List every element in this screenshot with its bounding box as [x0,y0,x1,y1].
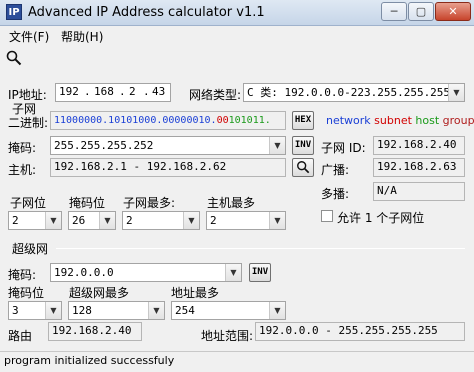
search-range-button[interactable] [292,158,314,177]
chevron-down-icon: ▼ [225,264,241,281]
supernet-mask-label: 掩码: [8,268,37,282]
supernet-mask-value: 192.0.0.0 [54,266,114,279]
chevron-down-icon: ▼ [269,302,285,319]
ip-dot: . [84,85,91,98]
chevron-down-icon: ▼ [45,302,61,319]
supernet-mask-bits-label: 掩码位 [8,286,45,300]
addr-range-label: 地址范围: [201,329,254,343]
max-hosts-label: 主机最多 [207,196,256,210]
max-addr-value: 254 [175,304,195,317]
mask-inv-button[interactable]: INV [292,136,314,155]
legend-host: host [415,114,440,127]
allow-subnet-checkbox[interactable] [321,210,333,222]
ip-dot: . [143,85,150,98]
max-subnets-select[interactable]: 2 ▼ [122,211,200,230]
app-icon: IP [6,4,22,20]
multicast-label: 多播: [321,187,350,201]
max-hosts-value: 2 [210,214,217,227]
max-subnets-label: 子网最多: [123,196,176,210]
subnet-id-field: 192.168.2.40 [373,136,465,155]
ip-octet-3[interactable]: 2 [129,84,136,100]
max-subnets-value: 2 [126,214,133,227]
max-supernet-select[interactable]: 128 ▼ [68,301,165,320]
legend-subnet: subnet [374,114,412,127]
network-type-select[interactable]: C 类: 192.0.0.0-223.255.255.255 ▼ [243,83,465,102]
allow-subnet-label[interactable]: 允许 1 个子网位 [337,209,424,226]
broadcast-field: 192.168.2.63 [373,158,465,177]
network-type-value: C 类: 192.0.0.0-223.255.255.255 [247,86,451,99]
supernet-inv-button[interactable]: INV [249,263,271,282]
legend-group: group [442,114,474,127]
ip-address-input[interactable]: 192 . 168 . 2 . 43 [55,83,171,102]
close-button[interactable]: ✕ [435,2,471,21]
max-supernet-value: 128 [72,304,92,317]
ip-octet-2[interactable]: 168 [94,84,114,100]
status-text: program initialized successfuly [4,354,175,367]
menu-file[interactable]: 文件(F) [9,28,49,45]
subnet-bits-label: 子网位 [10,196,47,210]
window-title: Advanced IP Address calculator v1.1 [28,5,265,20]
hex-button[interactable]: HEX [292,111,314,130]
subnet-bits: 00 [216,115,229,126]
minimize-button[interactable]: ─ [381,2,407,21]
subnet-binary-display: 11000000.10101000.00000010.00101011. [50,111,286,130]
mask-bits-label: 掩码位 [69,196,106,210]
broadcast-label: 广播: [321,163,350,177]
legend-network: network [326,114,371,127]
route-label: 路由 [8,329,33,343]
maximize-button[interactable]: ▢ [408,2,434,21]
subnet-bits-select[interactable]: 2 ▼ [8,211,62,230]
chevron-down-icon: ▼ [148,302,164,319]
supernet-mask-bits-select[interactable]: 3 ▼ [8,301,62,320]
max-hosts-select[interactable]: 2 ▼ [206,211,286,230]
binary-legend: network subnet host group [326,114,474,127]
chevron-down-icon: ▼ [269,137,285,154]
group-divider [56,248,465,249]
host-bits: 101011. [228,115,271,126]
chevron-down-icon: ▼ [269,212,285,229]
mask-label: 掩码: [8,141,37,155]
chevron-down-icon: ▼ [183,212,199,229]
network-bits: 11000000.10101000.00000010. [54,115,217,126]
ip-dot: . [119,85,126,98]
menu-help[interactable]: 帮助(H) [61,28,103,45]
subnet-bits-value: 2 [12,214,19,227]
multicast-field: N/A [373,182,465,201]
supernet-mask-bits-value: 3 [12,304,19,317]
supernet-group-label: 超级网 [12,242,49,256]
mask-value: 255.255.255.252 [54,139,154,152]
addr-range-field: 192.0.0.0 - 255.255.255.255 [255,322,465,341]
search-icon[interactable] [6,50,22,66]
mask-select[interactable]: 255.255.255.252 ▼ [50,136,286,155]
chevron-down-icon: ▼ [45,212,61,229]
subnet-id-label: 子网 ID: [321,141,366,155]
host-range-field: 192.168.2.1 - 192.168.2.62 [50,158,286,177]
network-type-label: 网络类型: [189,88,242,102]
supernet-mask-select[interactable]: 192.0.0.0 ▼ [50,263,242,282]
ip-octet-4[interactable]: 43 [152,84,165,100]
max-addr-label: 地址最多 [171,286,220,300]
binary-label: 二进制: [8,116,49,130]
max-addr-select[interactable]: 254 ▼ [171,301,286,320]
max-supernet-label: 超级网最多 [69,286,130,300]
mask-bits-select[interactable]: 26 ▼ [68,211,116,230]
mask-bits-value: 26 [72,214,86,227]
chevron-down-icon: ▼ [99,212,115,229]
route-field: 192.168.2.40 [48,322,142,341]
ip-octet-1[interactable]: 192 [59,84,79,100]
chevron-down-icon: ▼ [448,84,464,101]
host-label: 主机: [8,163,37,177]
search-icon [297,161,310,174]
